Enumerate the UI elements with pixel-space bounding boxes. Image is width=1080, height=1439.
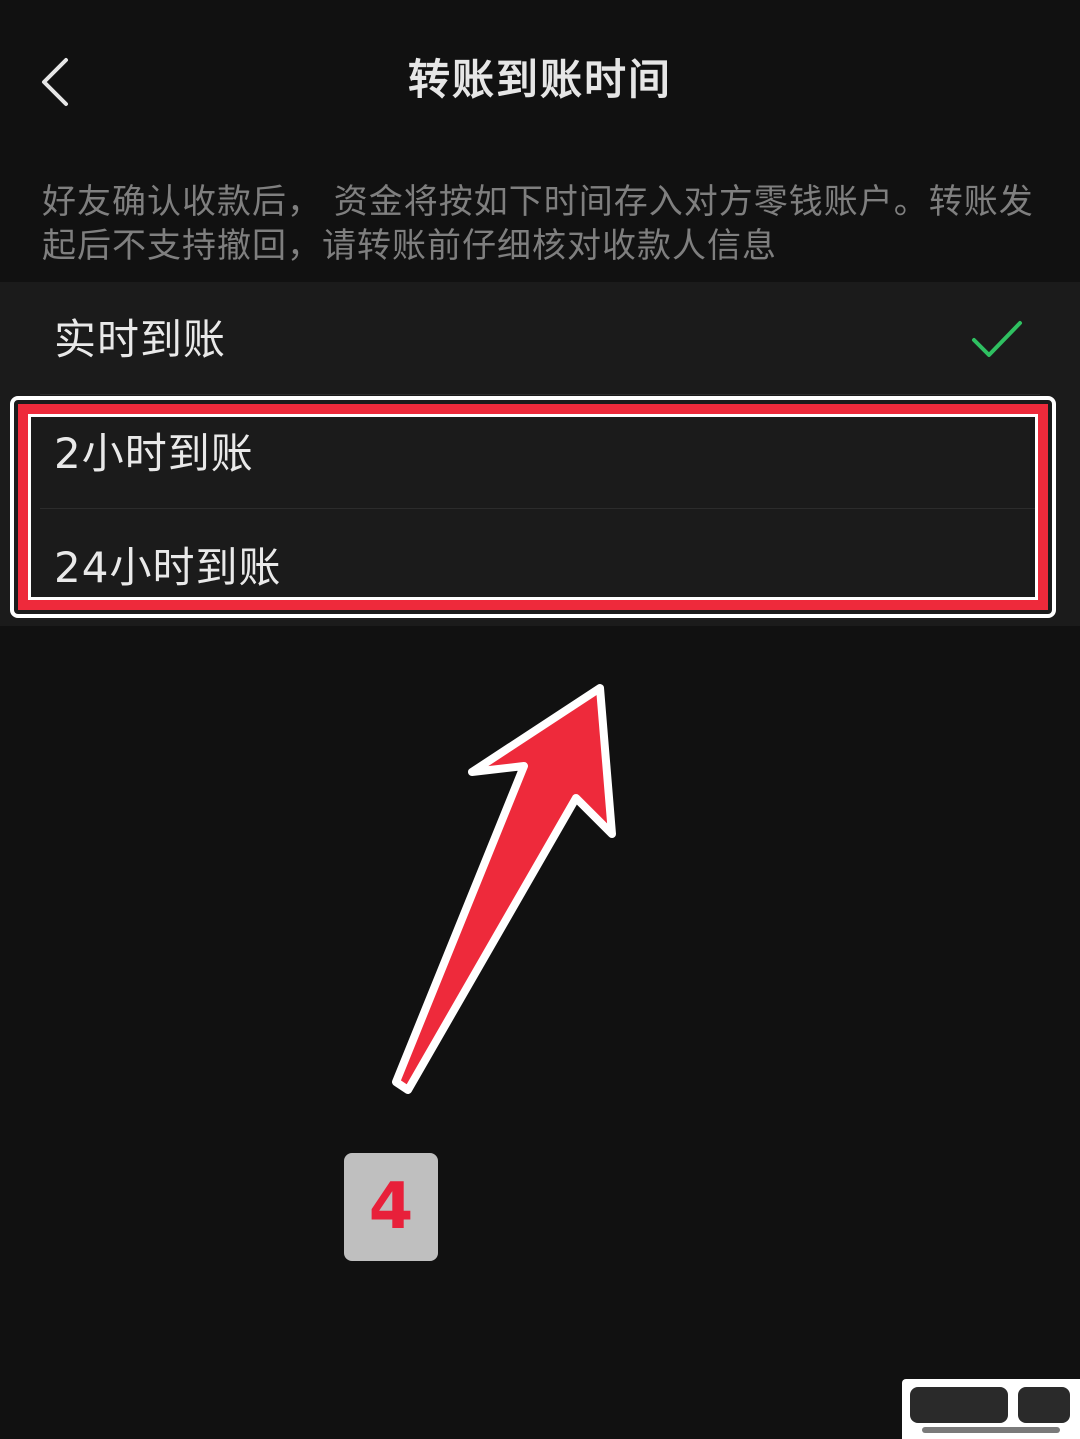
divider	[40, 508, 1040, 509]
option-realtime[interactable]: 实时到账	[0, 282, 1080, 396]
nav-bar: 转账到账时间	[0, 0, 1080, 160]
arrival-time-options: 实时到账 2小时到账 24小时到账	[0, 282, 1080, 626]
option-label: 2小时到账	[54, 429, 254, 478]
page-title: 转账到账时间	[407, 55, 672, 104]
step-badge: 4	[344, 1153, 438, 1261]
divider	[40, 394, 1040, 395]
watermark-logo	[902, 1379, 1080, 1439]
option-2-hours[interactable]: 2小时到账	[0, 396, 1080, 510]
option-label: 24小时到账	[54, 543, 282, 592]
option-label: 实时到账	[54, 315, 227, 364]
check-icon	[972, 321, 1022, 357]
watermark-logo-icon	[910, 1387, 1070, 1433]
transfer-notice: 好友确认收款后， 资金将按如下时间存入对方零钱账户。转账发起后不支持撤回，请转账…	[42, 182, 1034, 266]
annotation-arrow-icon	[392, 684, 616, 1094]
option-24-hours[interactable]: 24小时到账	[0, 510, 1080, 624]
transfer-time-screen: 转账到账时间 好友确认收款后， 资金将按如下时间存入对方零钱账户。转账发起后不支…	[0, 0, 1080, 1439]
